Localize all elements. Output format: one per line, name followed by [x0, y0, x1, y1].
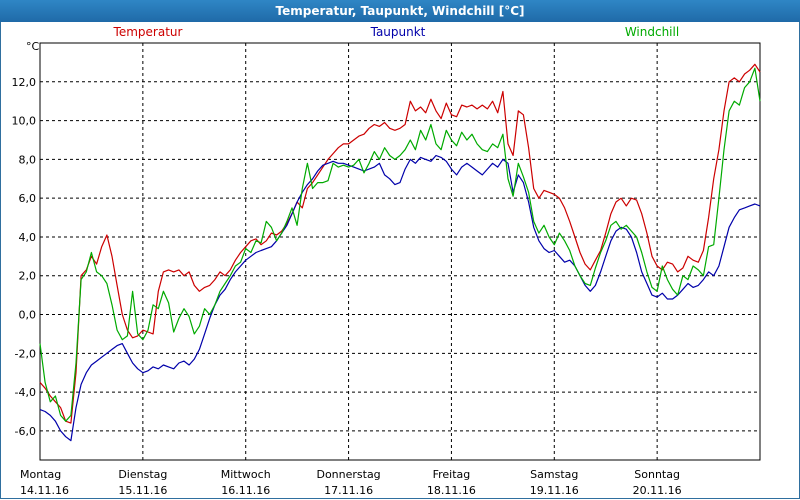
- y-tick-labels: -6,0 -4,0 -2,0 0,0 2,0 4,0 6,0 8,0 10,0 12,0: [12, 76, 37, 438]
- legend-entry: Temperatur: [113, 25, 183, 39]
- y-tick-label: 4,0: [19, 231, 37, 244]
- x-tick-day: Sonntag: [634, 468, 680, 481]
- y-tick-label: 2,0: [19, 270, 37, 283]
- plot-border: [39, 42, 761, 461]
- x-tick-day: Donnerstag: [316, 468, 380, 481]
- x-tick-labels: Montag 14.11.16 Dienstag 15.11.16 Mittwoch 16…: [20, 468, 682, 497]
- series-line: [39, 63, 761, 424]
- y-tick-label: 10,0: [12, 115, 37, 128]
- x-tick-day: Samstag: [530, 468, 578, 481]
- x-tick-day: Mittwoch: [221, 468, 271, 481]
- grid: [40, 43, 760, 460]
- y-tick-label: -6,0: [15, 425, 36, 438]
- x-tick-date: 20.11.16: [633, 484, 682, 497]
- y-tick-label: -2,0: [15, 347, 36, 360]
- legend-entry: Taupunkt: [370, 25, 426, 39]
- y-axis-unit: °C: [26, 40, 40, 53]
- y-tick-label: 0,0: [19, 309, 37, 322]
- legend-entry: Windchill: [625, 25, 679, 39]
- series-line: [39, 67, 761, 422]
- y-tick-label: -4,0: [15, 386, 36, 399]
- x-tick-day: Montag: [20, 468, 61, 481]
- y-tick-label: 8,0: [19, 153, 37, 166]
- x-tick-day: Dienstag: [118, 468, 167, 481]
- x-tick-date: 15.11.16: [118, 484, 167, 497]
- chart-svg: °C -6,0 -4,0 -2,0 0,0 2,0 4,0 6,0 8,0 10,0 12,0 M…: [12, 25, 761, 497]
- x-tick-date: 19.11.16: [530, 484, 579, 497]
- x-tick-date: 18.11.16: [427, 484, 476, 497]
- x-tick-date: 14.11.16: [20, 484, 69, 497]
- legend: Temperatur Taupunkt Windchill: [113, 25, 680, 39]
- y-tick-label: 12,0: [12, 76, 37, 89]
- y-tick-label: 6,0: [19, 192, 37, 205]
- x-tick-day: Freitag: [433, 468, 471, 481]
- x-tick-date: 16.11.16: [221, 484, 270, 497]
- x-tick-date: 17.11.16: [324, 484, 373, 497]
